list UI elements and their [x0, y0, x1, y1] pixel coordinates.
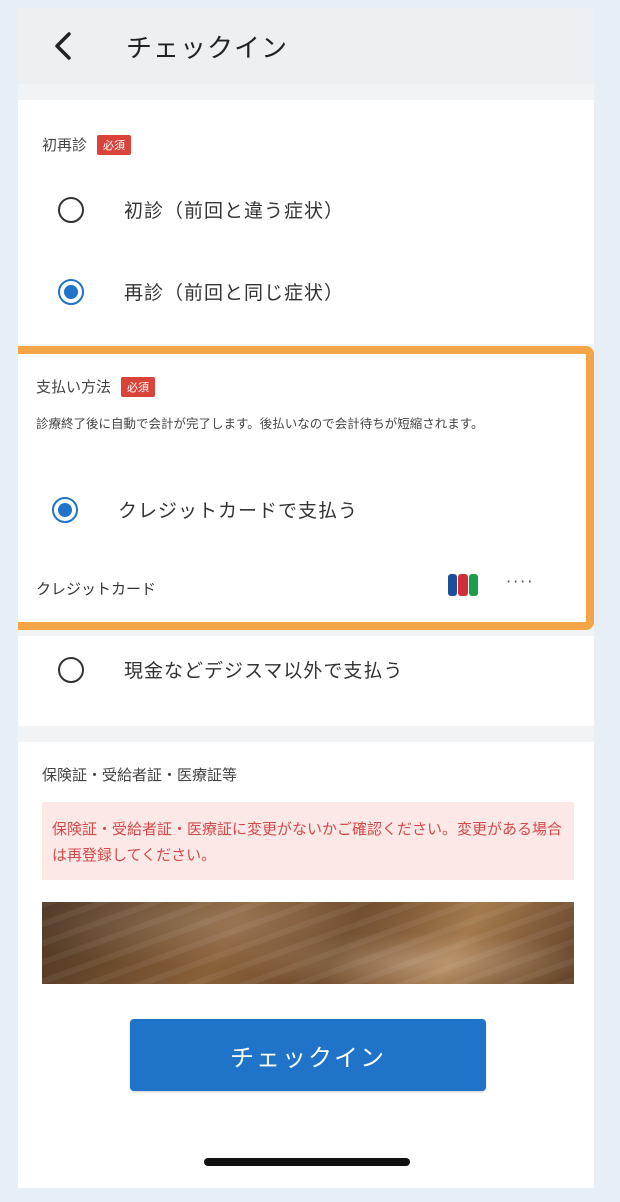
- radio-checked-icon[interactable]: [58, 278, 84, 305]
- visit-type-label: 初再診: [42, 136, 88, 154]
- header-bar: チェックイン: [18, 8, 594, 84]
- return-visit-label: 再診（前回と同じ症状）: [124, 282, 345, 304]
- pay-cash-label: 現金などデジスマ以外で支払う: [124, 660, 404, 682]
- credit-card-label: クレジットカード: [36, 580, 157, 598]
- visit-type-section: 初再診 必須 初診（前回と違う症状） 再診（前回と同じ症状）: [18, 100, 594, 344]
- radio-unchecked-icon[interactable]: [58, 656, 84, 683]
- app-screen: チェックイン 初再診 必須 初診（前回と違う症状） 再診（前回と同じ症状） 支払…: [18, 8, 594, 1188]
- payment-label-row: 支払い方法 必須: [36, 376, 156, 397]
- radio-checked-icon[interactable]: [52, 496, 78, 523]
- credit-card-row[interactable]: クレジットカード ····: [36, 572, 556, 599]
- required-badge: 必須: [121, 376, 156, 397]
- chevron-left-icon: [55, 32, 71, 60]
- insurance-warning: 保険証・受給者証・医療証に変更がないかご確認ください。変更がある場合は再登録して…: [42, 802, 574, 880]
- footer-bar: チェックイン: [18, 984, 594, 1188]
- payment-description: 診療終了後に自動で会計が完了します。後払いなので会計待ちが短縮されます。: [36, 416, 484, 431]
- card-number-masked: ····: [506, 572, 535, 591]
- insurance-label-row: 保険証・受給者証・医療証等: [42, 764, 237, 785]
- radio-return-visit[interactable]: 再診（前回と同じ症状）: [58, 278, 344, 305]
- visit-type-label-row: 初再診 必須: [42, 134, 132, 155]
- radio-unchecked-icon[interactable]: [58, 196, 84, 223]
- checkin-button[interactable]: チェックイン: [130, 1019, 486, 1091]
- jcb-icon: [448, 574, 478, 596]
- radio-pay-credit[interactable]: クレジットカードで支払う: [52, 496, 358, 523]
- page-title: チェックイン: [126, 34, 289, 64]
- home-indicator: [204, 1158, 410, 1166]
- insurance-label: 保険証・受給者証・医療証等: [42, 766, 238, 784]
- cash-payment-section: 現金などデジスマ以外で支払う: [18, 636, 594, 726]
- back-button[interactable]: [46, 26, 80, 66]
- required-badge: 必須: [97, 134, 132, 155]
- radio-pay-cash[interactable]: 現金などデジスマ以外で支払う: [58, 656, 403, 683]
- radio-first-visit[interactable]: 初診（前回と違う症状）: [58, 196, 344, 223]
- payment-method-section: 支払い方法 必須 診療終了後に自動で会計が完了します。後払いなので会計待ちが短縮…: [18, 346, 594, 630]
- first-visit-label: 初診（前回と違う症状）: [124, 200, 345, 222]
- payment-label: 支払い方法: [36, 378, 112, 396]
- pay-credit-label: クレジットカードで支払う: [118, 500, 359, 522]
